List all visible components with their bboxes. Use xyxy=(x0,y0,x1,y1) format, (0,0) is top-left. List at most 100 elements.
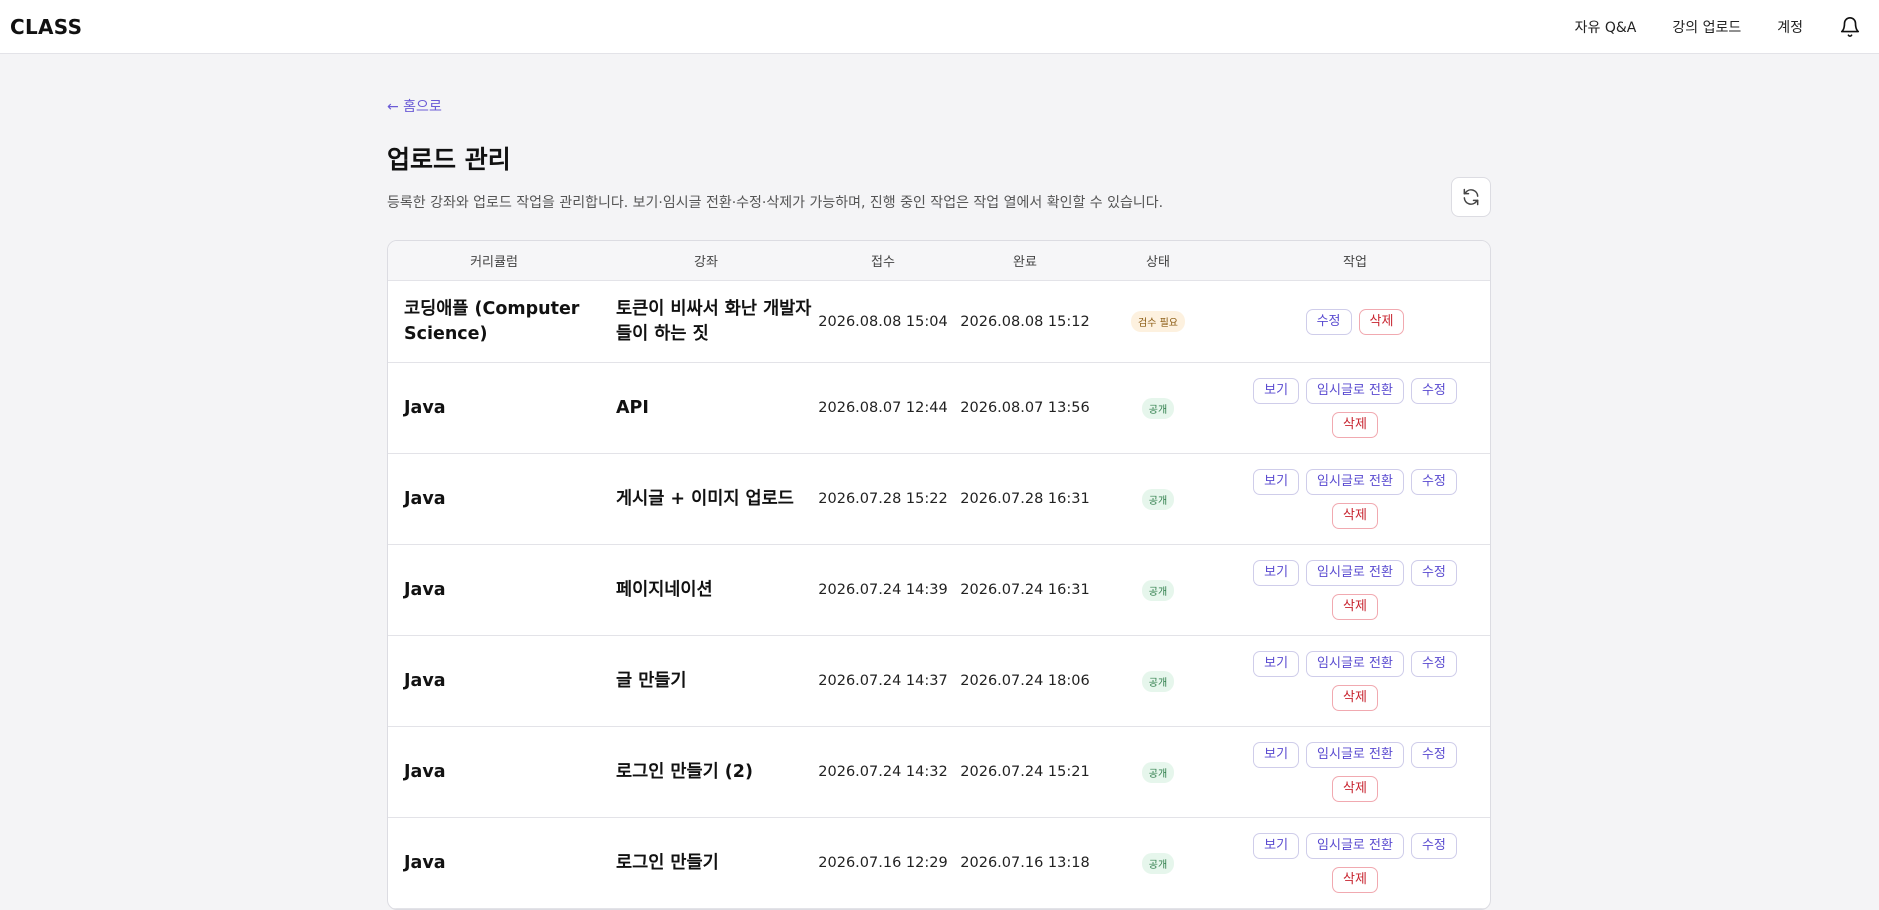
view-button[interactable]: 보기 xyxy=(1253,560,1300,586)
status-badge: 공개 xyxy=(1141,670,1175,692)
completed-cell: 2026.07.24 15:21 xyxy=(960,764,1090,780)
edit-button[interactable]: 수정 xyxy=(1410,560,1457,586)
status-badge: 공개 xyxy=(1141,397,1175,419)
course-cell: 게시글 + 이미지 업로드 xyxy=(616,488,794,509)
view-button[interactable]: 보기 xyxy=(1253,833,1300,859)
status-cell: 공개 xyxy=(1096,579,1220,601)
table-row: Java 페이지네이션 2026.07.24 14:39 2026.07.24 … xyxy=(388,545,1490,636)
delete-button[interactable]: 삭제 xyxy=(1332,503,1378,529)
brand-logo[interactable]: CLASS xyxy=(10,15,82,39)
completed-cell: 2026.07.24 18:06 xyxy=(960,673,1090,689)
bell-icon[interactable] xyxy=(1839,16,1861,38)
view-button[interactable]: 보기 xyxy=(1253,742,1300,768)
received-cell: 2026.07.24 14:39 xyxy=(818,582,948,598)
status-cell: 공개 xyxy=(1096,852,1220,874)
curriculum-cell: Java xyxy=(404,488,446,509)
edit-button[interactable]: 수정 xyxy=(1410,651,1457,677)
upload-table: 커리큘럼 강좌 접수 완료 상태 작업 코딩애플 (Computer Scien… xyxy=(387,240,1491,910)
course-cell: API xyxy=(616,397,649,418)
status-badge: 공개 xyxy=(1141,852,1175,874)
header-curriculum: 커리큘럼 xyxy=(470,255,518,270)
course-cell: 로그인 만들기 xyxy=(616,852,719,873)
curriculum-cell: Java xyxy=(404,761,446,782)
status-cell: 공개 xyxy=(1096,761,1220,783)
completed-cell: 2026.08.07 13:56 xyxy=(960,400,1090,416)
course-cell: 토큰이 비싸서 화난 개발자들이 하는 짓 xyxy=(616,298,812,344)
actions-cell: 보기 임시글로 전환 수정 삭제 xyxy=(1220,651,1490,711)
view-button[interactable]: 보기 xyxy=(1253,378,1300,404)
received-cell: 2026.08.07 12:44 xyxy=(818,400,948,416)
curriculum-cell: Java xyxy=(404,397,446,418)
draft-button[interactable]: 임시글로 전환 xyxy=(1306,651,1404,677)
delete-button[interactable]: 삭제 xyxy=(1332,867,1378,893)
curriculum-cell: Java xyxy=(404,670,446,691)
actions-cell: 보기 임시글로 전환 수정 삭제 xyxy=(1220,833,1490,893)
nav-upload[interactable]: 강의 업로드 xyxy=(1672,17,1741,37)
actions-cell: 수정 삭제 xyxy=(1220,308,1490,335)
completed-cell: 2026.07.24 16:31 xyxy=(960,582,1090,598)
status-badge: 검수 필요 xyxy=(1131,311,1185,332)
nav-account[interactable]: 계정 xyxy=(1777,17,1803,37)
refresh-icon xyxy=(1463,188,1479,206)
table-row: Java 로그인 만들기 (2) 2026.07.24 14:32 2026.0… xyxy=(388,727,1490,818)
table-row: Java 로그인 만들기 2026.07.16 12:29 2026.07.16… xyxy=(388,818,1490,909)
received-cell: 2026.07.24 14:32 xyxy=(818,764,948,780)
header-course: 강좌 xyxy=(694,255,718,270)
actions-cell: 보기 임시글로 전환 수정 삭제 xyxy=(1220,560,1490,620)
refresh-button[interactable] xyxy=(1451,177,1491,217)
delete-button[interactable]: 삭제 xyxy=(1332,412,1378,438)
status-cell: 공개 xyxy=(1096,670,1220,692)
edit-button[interactable]: 수정 xyxy=(1410,378,1457,404)
main-content: ← 홈으로 업로드 관리 등록한 강좌와 업로드 작업을 관리합니다. 보기·임… xyxy=(387,54,1491,910)
page-title: 업로드 관리 xyxy=(387,145,511,174)
curriculum-cell: Java xyxy=(404,579,446,600)
received-cell: 2026.07.16 12:29 xyxy=(818,855,948,871)
edit-button[interactable]: 수정 xyxy=(1305,308,1352,335)
header-actions: 작업 xyxy=(1343,255,1367,270)
received-cell: 2026.07.28 15:22 xyxy=(818,491,948,507)
table-row: 코딩애플 (Computer Science) 토큰이 비싸서 화난 개발자들이… xyxy=(388,281,1490,363)
status-cell: 공개 xyxy=(1096,397,1220,419)
actions-cell: 보기 임시글로 전환 수정 삭제 xyxy=(1220,742,1490,802)
course-cell: 글 만들기 xyxy=(616,670,687,691)
delete-button[interactable]: 삭제 xyxy=(1332,776,1378,802)
course-cell: 페이지네이션 xyxy=(616,579,713,600)
delete-button[interactable]: 삭제 xyxy=(1332,594,1378,620)
completed-cell: 2026.07.28 16:31 xyxy=(960,491,1090,507)
draft-button[interactable]: 임시글로 전환 xyxy=(1306,833,1404,859)
delete-button[interactable]: 삭제 xyxy=(1358,308,1405,335)
curriculum-cell: Java xyxy=(404,852,446,873)
curriculum-cell: 코딩애플 (Computer Science) xyxy=(404,298,580,344)
draft-button[interactable]: 임시글로 전환 xyxy=(1306,378,1404,404)
delete-button[interactable]: 삭제 xyxy=(1332,685,1378,711)
header-status: 상태 xyxy=(1146,255,1170,270)
status-badge: 공개 xyxy=(1141,761,1175,783)
received-cell: 2026.08.08 15:04 xyxy=(818,313,948,330)
status-badge: 공개 xyxy=(1141,488,1175,510)
table-row: Java 게시글 + 이미지 업로드 2026.07.28 15:22 2026… xyxy=(388,454,1490,545)
description-row: 등록한 강좌와 업로드 작업을 관리합니다. 보기·임시글 전환·수정·삭제가 … xyxy=(387,176,1491,217)
edit-button[interactable]: 수정 xyxy=(1410,833,1457,859)
table-row: Java 글 만들기 2026.07.24 14:37 2026.07.24 1… xyxy=(388,636,1490,727)
course-cell: 로그인 만들기 (2) xyxy=(616,761,753,782)
table-header: 커리큘럼 강좌 접수 완료 상태 작업 xyxy=(388,241,1490,281)
page-description: 등록한 강좌와 업로드 작업을 관리합니다. 보기·임시글 전환·수정·삭제가 … xyxy=(387,195,1164,211)
table-row: Java API 2026.08.07 12:44 2026.08.07 13:… xyxy=(388,363,1490,454)
view-button[interactable]: 보기 xyxy=(1253,651,1300,677)
top-nav: 자유 Q&A 강의 업로드 계정 xyxy=(1575,16,1869,38)
edit-button[interactable]: 수정 xyxy=(1410,742,1457,768)
completed-cell: 2026.07.16 13:18 xyxy=(960,855,1090,871)
actions-cell: 보기 임시글로 전환 수정 삭제 xyxy=(1220,469,1490,529)
header-completed: 완료 xyxy=(1013,255,1037,270)
status-cell: 검수 필요 xyxy=(1096,311,1220,332)
back-home-link[interactable]: ← 홈으로 xyxy=(387,96,442,116)
draft-button[interactable]: 임시글로 전환 xyxy=(1306,469,1404,495)
top-bar: CLASS 자유 Q&A 강의 업로드 계정 xyxy=(0,0,1879,54)
status-cell: 공개 xyxy=(1096,488,1220,510)
nav-qna[interactable]: 자유 Q&A xyxy=(1575,17,1637,37)
edit-button[interactable]: 수정 xyxy=(1410,469,1457,495)
draft-button[interactable]: 임시글로 전환 xyxy=(1306,742,1404,768)
draft-button[interactable]: 임시글로 전환 xyxy=(1306,560,1404,586)
header-received: 접수 xyxy=(871,255,895,270)
view-button[interactable]: 보기 xyxy=(1253,469,1300,495)
